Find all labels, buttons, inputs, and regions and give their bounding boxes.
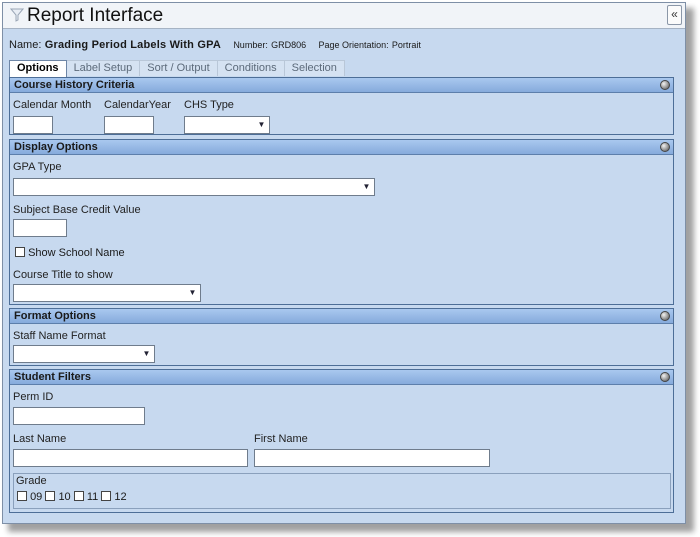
course-history-section: Course History Criteria Calendar Month C… — [9, 77, 674, 135]
collapse-circle-icon[interactable] — [660, 311, 670, 321]
filter-funnel-icon — [10, 8, 24, 22]
grade-checkbox[interactable] — [45, 491, 56, 501]
tab-conditions[interactable]: Conditions — [217, 60, 285, 76]
calendar-month-label: Calendar Month — [13, 99, 92, 111]
report-number-label: Number: — [233, 40, 268, 50]
staff-name-format-select[interactable]: ▼ — [13, 345, 155, 363]
format-options-title: Format Options — [14, 310, 96, 322]
last-name-label: Last Name — [13, 433, 67, 445]
staff-name-format-label: Staff Name Format — [13, 330, 106, 342]
tab-label-setup[interactable]: Label Setup — [66, 60, 141, 76]
calendar-year-input[interactable] — [104, 116, 154, 134]
page-orientation-value: Portrait — [391, 40, 421, 50]
last-name-input[interactable] — [13, 449, 248, 467]
format-options-section: Format Options Staff Name Format ▼ — [9, 308, 674, 366]
display-options-header: Display Options — [10, 140, 673, 155]
title-bar: Report Interface « — [3, 3, 685, 29]
grade-checkbox-label: 12 — [114, 491, 127, 503]
collapse-circle-icon[interactable] — [660, 80, 670, 90]
course-history-header: Course History Criteria — [10, 78, 673, 93]
tab-bar: Options Label Setup Sort / Output Condit… — [9, 60, 345, 77]
grade-checkbox-label: 09 — [30, 491, 43, 503]
grade-checkbox[interactable] — [73, 491, 84, 501]
student-filters-section: Student Filters Perm ID Last Name First … — [9, 369, 674, 513]
chevron-down-icon: ▼ — [142, 349, 151, 358]
chevron-down-icon: ▼ — [188, 288, 197, 297]
window-title: Report Interface — [27, 5, 164, 26]
report-name-value: Grading Period Labels With GPA — [44, 39, 221, 51]
chevron-down-icon: ▼ — [362, 182, 371, 191]
grade-checkbox[interactable] — [101, 491, 112, 501]
report-info: Name: Grading Period Labels With GPA Num… — [9, 37, 421, 51]
grade-checkbox[interactable] — [17, 491, 27, 501]
grade-checkbox-row: 09 10 11 12 — [17, 491, 127, 503]
chs-type-label: CHS Type — [184, 99, 234, 111]
report-number-value: GRD806 — [271, 40, 307, 50]
student-filters-header: Student Filters — [10, 370, 673, 385]
first-name-label: First Name — [254, 433, 308, 445]
chs-type-select[interactable]: ▼ — [184, 116, 270, 134]
course-history-title: Course History Criteria — [14, 79, 135, 91]
gpa-type-select[interactable]: ▼ — [13, 178, 375, 196]
page-orientation-label: Page Orientation: — [318, 40, 389, 50]
student-filters-title: Student Filters — [14, 371, 92, 383]
subject-base-credit-input[interactable] — [13, 219, 67, 237]
calendar-month-input[interactable] — [13, 116, 53, 134]
collapse-circle-icon[interactable] — [660, 142, 670, 152]
chevron-down-icon: ▼ — [257, 120, 266, 129]
show-school-name-label: Show School Name — [28, 247, 125, 259]
format-options-header: Format Options — [10, 309, 673, 324]
course-title-select[interactable]: ▼ — [13, 284, 201, 302]
perm-id-label: Perm ID — [13, 391, 54, 403]
perm-id-input[interactable] — [13, 407, 145, 425]
display-options-section: Display Options GPA Type ▼ Subject Base … — [9, 139, 674, 305]
grade-checkbox-label: 10 — [58, 491, 71, 503]
subject-base-credit-label: Subject Base Credit Value — [13, 204, 141, 216]
calendar-year-label: CalendarYear — [104, 99, 171, 111]
grade-label: Grade — [16, 475, 47, 487]
tab-options[interactable]: Options — [9, 60, 67, 77]
collapse-circle-icon[interactable] — [660, 372, 670, 382]
tab-selection[interactable]: Selection — [284, 60, 345, 76]
double-chevron-left-icon[interactable]: « — [667, 5, 682, 25]
tab-sort-output[interactable]: Sort / Output — [140, 60, 218, 76]
show-school-name-row: Show School Name — [15, 247, 125, 259]
grade-checkbox-label: 11 — [86, 491, 99, 503]
display-options-title: Display Options — [14, 141, 98, 153]
report-interface-window: Report Interface « Name: Grading Period … — [2, 2, 686, 524]
show-school-name-checkbox[interactable] — [15, 247, 25, 257]
first-name-input[interactable] — [254, 449, 490, 467]
course-title-label: Course Title to show — [13, 269, 113, 281]
report-name-label: Name: — [9, 39, 42, 51]
grade-filter-box: Grade 09 10 11 12 — [13, 473, 671, 509]
gpa-type-label: GPA Type — [13, 161, 62, 173]
